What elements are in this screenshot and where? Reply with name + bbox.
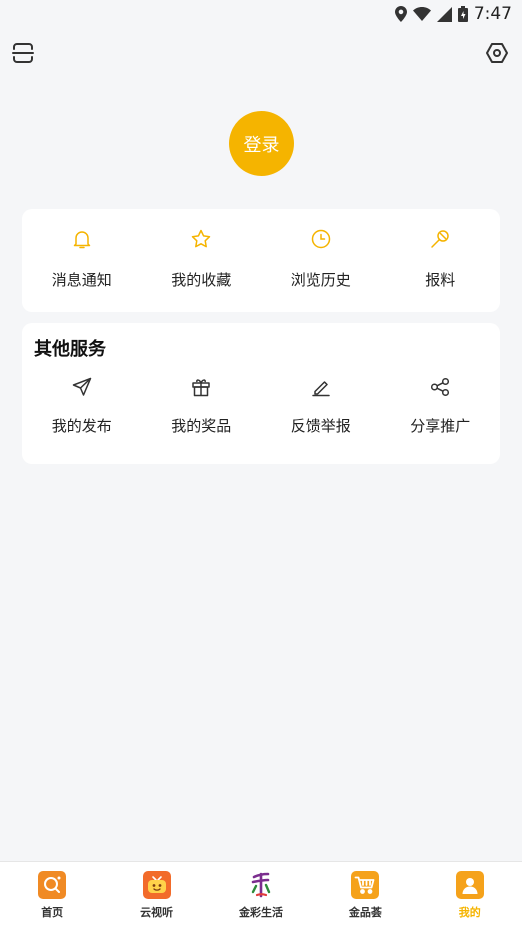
tab-jinpinhui[interactable]: 金品荟 (313, 862, 417, 928)
service-my-prizes[interactable]: 我的奖品 (142, 375, 262, 436)
cart-icon (351, 871, 380, 899)
quick-action-report[interactable]: 报料 (381, 227, 501, 290)
battery-icon (457, 6, 468, 22)
jincai-logo-icon (247, 871, 275, 899)
location-icon (394, 6, 407, 22)
service-label: 分享推广 (410, 417, 471, 435)
quick-action-label: 我的收藏 (171, 271, 232, 289)
home-search-icon (38, 871, 67, 899)
settings-icon[interactable] (484, 40, 510, 66)
quick-action-label: 消息通知 (51, 271, 112, 289)
gift-icon (189, 375, 213, 399)
tab-label: 金彩生活 (238, 906, 283, 919)
tv-icon (142, 871, 171, 899)
other-services-card: 其他服务 我的发布 我的奖品 反馈举报 分享推广 (22, 323, 500, 464)
tab-cloud-tv[interactable]: 云视听 (104, 862, 208, 928)
login-button[interactable]: 登录 (229, 111, 294, 176)
status-bar: 7:47 (0, 0, 522, 28)
service-label: 反馈举报 (290, 417, 351, 435)
quick-action-label: 浏览历史 (290, 271, 351, 289)
service-my-posts[interactable]: 我的发布 (22, 375, 142, 436)
tab-label: 金品荟 (348, 906, 382, 919)
tab-label: 我的 (458, 906, 481, 919)
tab-label: 首页 (41, 906, 64, 919)
status-time: 7:47 (473, 4, 512, 24)
wifi-icon (412, 7, 431, 21)
section-title: 其他服务 (34, 339, 106, 360)
tab-jincai-life[interactable]: 金彩生活 (209, 862, 313, 928)
service-label: 我的发布 (51, 417, 112, 435)
star-icon (189, 227, 213, 251)
quick-action-history[interactable]: 浏览历史 (261, 227, 381, 290)
scan-icon[interactable] (10, 40, 36, 66)
service-share[interactable]: 分享推广 (381, 375, 501, 436)
signal-icon (436, 6, 452, 22)
service-label: 我的奖品 (171, 417, 232, 435)
share-icon (428, 375, 452, 399)
tab-home[interactable]: 首页 (0, 862, 104, 928)
send-icon (70, 375, 94, 399)
clock-icon (309, 227, 333, 251)
tab-mine[interactable]: 我的 (418, 862, 522, 928)
profile-icon (455, 871, 484, 899)
bell-icon (70, 227, 94, 251)
edit-icon (309, 375, 333, 399)
quick-action-notifications[interactable]: 消息通知 (22, 227, 142, 290)
tab-label: 云视听 (140, 906, 174, 919)
bottom-tabbar: 首页 云视听 金彩生活 金品荟 我的 (0, 861, 522, 928)
quick-action-favorites[interactable]: 我的收藏 (142, 227, 262, 290)
quick-action-label: 报料 (425, 271, 456, 289)
service-feedback[interactable]: 反馈举报 (261, 375, 381, 436)
quick-actions-card: 消息通知 我的收藏 浏览历史 报料 (22, 209, 500, 312)
microphone-icon (428, 227, 452, 251)
